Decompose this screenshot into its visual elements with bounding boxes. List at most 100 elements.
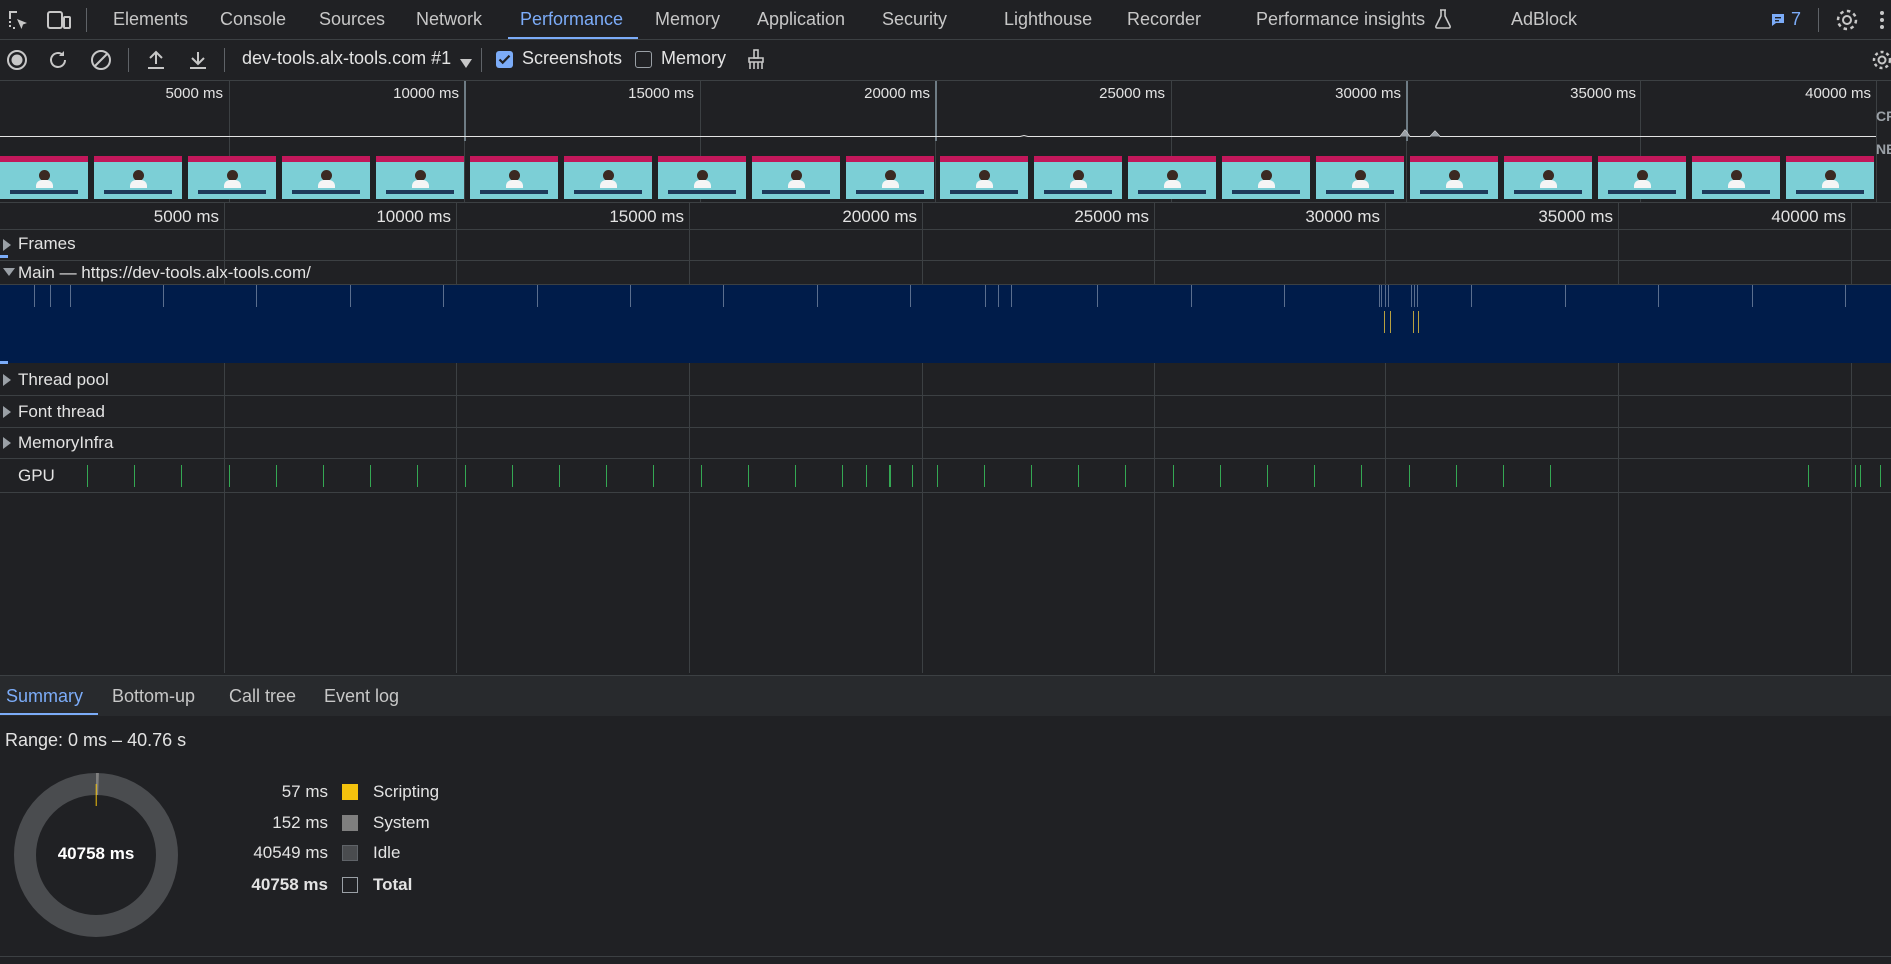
main-thread-task[interactable] xyxy=(443,285,444,307)
flame-chart[interactable]: 5000 ms 10000 ms 15000 ms 20000 ms 25000… xyxy=(0,203,1891,673)
main-thread-task[interactable] xyxy=(1565,285,1566,307)
gpu-task[interactable] xyxy=(937,465,938,487)
gpu-task[interactable] xyxy=(1267,465,1268,487)
gpu-task[interactable] xyxy=(1456,465,1457,487)
main-thread-task[interactable] xyxy=(910,285,911,307)
expand-icon[interactable] xyxy=(3,406,11,418)
main-thread-task[interactable] xyxy=(1411,285,1412,307)
main-thread-task[interactable] xyxy=(1097,285,1098,307)
gpu-task[interactable] xyxy=(606,465,607,487)
target-select[interactable]: dev-tools.alx-tools.com #1 xyxy=(242,48,451,69)
main-thread-task[interactable] xyxy=(350,285,351,307)
main-thread-task[interactable] xyxy=(1385,285,1386,307)
screenshot-thumbnail[interactable] xyxy=(94,156,182,199)
track-memory-infra[interactable]: MemoryInfra xyxy=(0,428,1891,459)
screenshot-thumbnail[interactable] xyxy=(752,156,840,199)
track-frames[interactable]: Frames xyxy=(0,229,1891,261)
main-thread-task[interactable] xyxy=(1845,285,1846,307)
tab-lighthouse[interactable]: Lighthouse xyxy=(1004,0,1092,39)
track-thread-pool[interactable]: Thread pool xyxy=(0,364,1891,396)
main-thread-task[interactable] xyxy=(1284,285,1285,307)
screenshot-thumbnail[interactable] xyxy=(1128,156,1216,199)
main-thread-task[interactable] xyxy=(1379,285,1380,307)
tab-security[interactable]: Security xyxy=(882,0,947,39)
gpu-task[interactable] xyxy=(559,465,560,487)
gpu-task[interactable] xyxy=(1860,465,1861,487)
gpu-task[interactable] xyxy=(653,465,654,487)
main-thread-task[interactable] xyxy=(1011,285,1012,307)
gpu-task[interactable] xyxy=(1125,465,1126,487)
main-thread-task[interactable] xyxy=(998,285,999,307)
gpu-task[interactable] xyxy=(1220,465,1221,487)
screenshot-thumbnail[interactable] xyxy=(940,156,1028,199)
main-thread-task[interactable] xyxy=(50,285,51,307)
collect-garbage-icon[interactable] xyxy=(744,48,768,72)
memory-label[interactable]: Memory xyxy=(661,48,726,69)
gpu-task[interactable] xyxy=(701,465,702,487)
gpu-task[interactable] xyxy=(795,465,796,487)
main-thread-task[interactable] xyxy=(1752,285,1753,307)
screenshot-thumbnail[interactable] xyxy=(1598,156,1686,199)
main-thread-task[interactable] xyxy=(163,285,164,307)
gpu-task[interactable] xyxy=(984,465,985,487)
main-thread-track[interactable] xyxy=(0,285,1891,363)
main-thread-task[interactable] xyxy=(630,285,631,307)
load-profile-icon[interactable] xyxy=(144,48,168,72)
gpu-task[interactable] xyxy=(134,465,135,487)
tab-call-tree[interactable]: Call tree xyxy=(229,676,296,716)
main-thread-subtask[interactable] xyxy=(1418,311,1419,333)
screenshot-thumbnail[interactable] xyxy=(1316,156,1404,199)
gpu-task[interactable] xyxy=(1880,465,1881,487)
tab-console[interactable]: Console xyxy=(220,0,286,39)
tab-performance-insights[interactable]: Performance insights xyxy=(1256,0,1425,39)
main-thread-subtask[interactable] xyxy=(1390,311,1391,333)
gpu-task[interactable] xyxy=(1173,465,1174,487)
gpu-task[interactable] xyxy=(866,465,867,487)
tab-recorder[interactable]: Recorder xyxy=(1127,0,1201,39)
screenshot-thumbnail[interactable] xyxy=(1222,156,1310,199)
capture-settings-gear-icon[interactable] xyxy=(1870,48,1891,72)
screenshot-thumbnail[interactable] xyxy=(658,156,746,199)
screenshot-thumbnail[interactable] xyxy=(1786,156,1874,199)
expand-icon[interactable] xyxy=(3,437,11,449)
main-thread-task[interactable] xyxy=(1381,285,1382,307)
gpu-task[interactable] xyxy=(1031,465,1032,487)
main-thread-task[interactable] xyxy=(817,285,818,307)
screenshot-thumbnail[interactable] xyxy=(376,156,464,199)
clear-icon[interactable] xyxy=(89,48,113,72)
screenshot-thumbnail[interactable] xyxy=(1034,156,1122,199)
gpu-task[interactable] xyxy=(1503,465,1504,487)
gpu-task[interactable] xyxy=(1550,465,1551,487)
gpu-task[interactable] xyxy=(748,465,749,487)
timeline-overview[interactable]: 5000 ms 10000 ms 15000 ms 20000 ms 25000… xyxy=(0,81,1891,203)
gpu-task[interactable] xyxy=(912,465,913,487)
screenshot-thumbnail[interactable] xyxy=(846,156,934,199)
save-profile-icon[interactable] xyxy=(186,48,210,72)
gpu-task[interactable] xyxy=(1078,465,1079,487)
screenshot-thumbnail[interactable] xyxy=(188,156,276,199)
main-thread-task[interactable] xyxy=(985,285,986,307)
main-thread-task[interactable] xyxy=(537,285,538,307)
tab-elements[interactable]: Elements xyxy=(113,0,188,39)
collapse-icon[interactable] xyxy=(3,268,15,276)
main-thread-task[interactable] xyxy=(1417,285,1418,307)
gpu-task[interactable] xyxy=(370,465,371,487)
screenshot-thumbnail[interactable] xyxy=(282,156,370,199)
main-thread-task[interactable] xyxy=(723,285,724,307)
device-toolbar-icon[interactable] xyxy=(46,8,72,32)
track-font-thread[interactable]: Font thread xyxy=(0,396,1891,428)
main-thread-task[interactable] xyxy=(1414,285,1415,307)
tab-network[interactable]: Network xyxy=(416,0,482,39)
tab-adblock[interactable]: AdBlock xyxy=(1511,0,1577,39)
record-icon[interactable] xyxy=(5,48,29,72)
gpu-task[interactable] xyxy=(1409,465,1410,487)
expand-icon[interactable] xyxy=(3,239,11,251)
tab-performance[interactable]: Performance xyxy=(520,0,623,39)
tab-sources[interactable]: Sources xyxy=(319,0,385,39)
inspect-element-icon[interactable] xyxy=(6,8,30,32)
screenshot-thumbnail[interactable] xyxy=(0,156,88,199)
gpu-task[interactable] xyxy=(512,465,513,487)
tab-bottom-up[interactable]: Bottom-up xyxy=(112,676,195,716)
screenshot-thumbnail[interactable] xyxy=(1504,156,1592,199)
settings-gear-icon[interactable] xyxy=(1834,7,1860,33)
